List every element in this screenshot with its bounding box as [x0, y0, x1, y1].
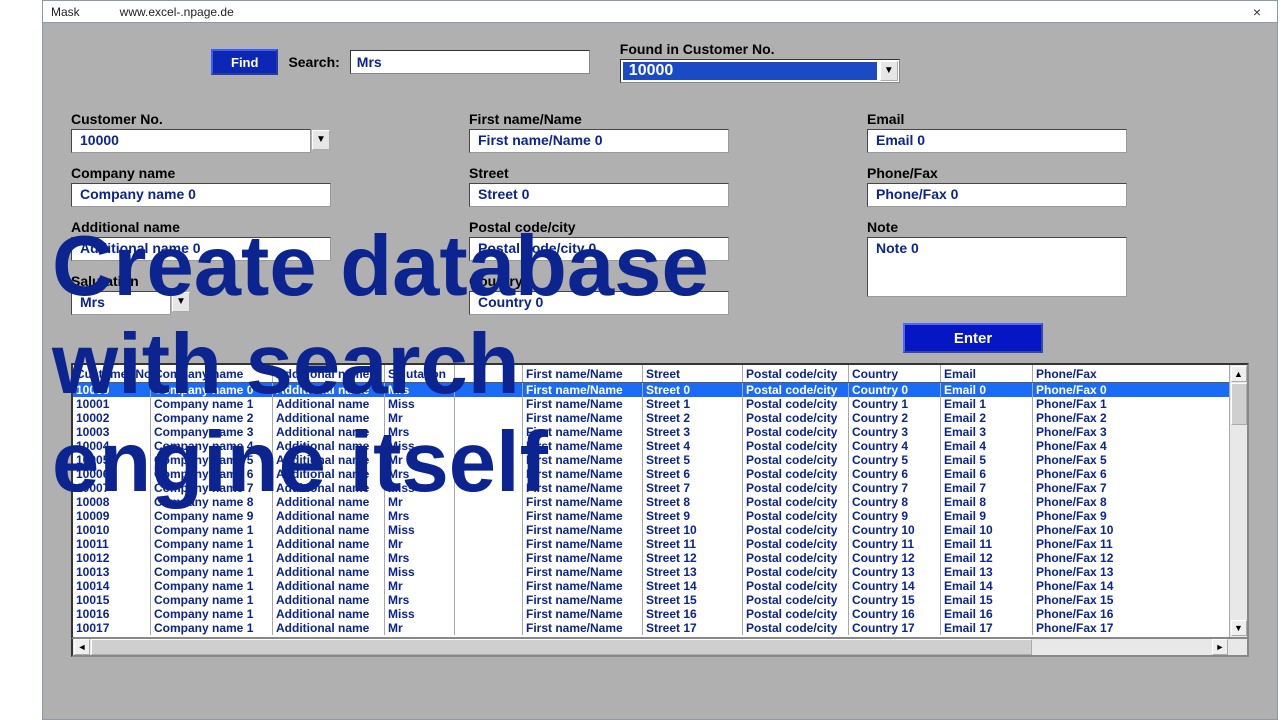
- scroll-thumb[interactable]: [1231, 383, 1247, 425]
- table-row[interactable]: 10014Company name 1Additional nameMrFirs…: [73, 579, 1229, 593]
- table-row[interactable]: 10016Company name 1Additional nameMissFi…: [73, 607, 1229, 621]
- column-header[interactable]: Country: [849, 365, 941, 382]
- scroll-left-icon[interactable]: ◄: [74, 639, 90, 655]
- table-row[interactable]: 10010Company name 1Additional nameMissFi…: [73, 523, 1229, 537]
- find-button[interactable]: Find: [211, 49, 278, 75]
- app-window: Mask www.excel-.npage.de × Find Search: …: [42, 0, 1278, 720]
- table-row[interactable]: 10012Company name 1Additional nameMrsFir…: [73, 551, 1229, 565]
- chevron-down-icon[interactable]: ▼: [172, 292, 190, 312]
- field-input[interactable]: Note 0: [867, 237, 1127, 297]
- column-header[interactable]: Email: [941, 365, 1033, 382]
- field-input[interactable]: Postal code/city 0: [469, 237, 729, 261]
- field-input[interactable]: Company name 0: [71, 183, 331, 207]
- table-row[interactable]: 10009Company name 9Additional nameMrsFir…: [73, 509, 1229, 523]
- table-row[interactable]: 10001Company name 1Additional nameMissFi…: [73, 397, 1229, 411]
- client-area: Find Search: Found in Customer No. 10000…: [43, 23, 1277, 719]
- table-row[interactable]: 10004Company name 4Additional nameMissFi…: [73, 439, 1229, 453]
- close-icon[interactable]: ×: [1237, 4, 1277, 20]
- horizontal-scrollbar[interactable]: ◄ ►: [71, 639, 1249, 657]
- table-row[interactable]: 10011Company name 1Additional nameMrFirs…: [73, 537, 1229, 551]
- field-postal-code-city: Postal code/city Postal code/city 0: [469, 219, 849, 261]
- column-header[interactable]: Customer No.: [73, 365, 151, 382]
- table-row[interactable]: 10015Company name 1Additional nameMrsFir…: [73, 593, 1229, 607]
- column-header[interactable]: First name/Name: [523, 365, 643, 382]
- column-header[interactable]: Phone/Fax: [1033, 365, 1137, 382]
- table-row[interactable]: 10013Company name 1Additional nameMissFi…: [73, 565, 1229, 579]
- table-row[interactable]: 10006Company name 6Additional nameMrsFir…: [73, 467, 1229, 481]
- field-additional-name: Additional name Additional name 0: [71, 219, 451, 261]
- field-label: Postal code/city: [469, 219, 849, 235]
- field-phone-fax: Phone/Fax Phone/Fax 0: [867, 165, 1187, 207]
- list-content: Customer No.Company nameAdditional nameS…: [73, 365, 1229, 637]
- field-email: Email Email 0: [867, 111, 1187, 153]
- search-label: Search:: [288, 54, 339, 70]
- field-input[interactable]: Email 0: [867, 129, 1127, 153]
- field-input[interactable]: Additional name 0: [71, 237, 331, 261]
- table-row[interactable]: 10008Company name 8Additional nameMrFirs…: [73, 495, 1229, 509]
- field-salutation: Salutation Mrs▼: [71, 273, 451, 315]
- field-label: Country: [469, 273, 849, 289]
- column-header[interactable]: [455, 365, 523, 382]
- column-header[interactable]: Salutation: [385, 365, 455, 382]
- found-block: Found in Customer No. 10000 ▼: [620, 41, 900, 83]
- field-company-name: Company name Company name 0: [71, 165, 451, 207]
- column-header[interactable]: Postal code/city: [743, 365, 849, 382]
- list-body[interactable]: 10000Company name 0Additional nameMrsFir…: [73, 383, 1229, 635]
- list-header: Customer No.Company nameAdditional nameS…: [73, 365, 1229, 383]
- column-header[interactable]: Additional name: [273, 365, 385, 382]
- table-row[interactable]: 10007Company name 7Additional nameMissFi…: [73, 481, 1229, 495]
- form-grid: Customer No.10000▼First name/NameFirst n…: [71, 111, 1249, 315]
- enter-button[interactable]: Enter: [903, 323, 1043, 353]
- field-street: Street Street 0: [469, 165, 849, 207]
- found-label: Found in Customer No.: [620, 41, 900, 57]
- found-combo[interactable]: 10000 ▼: [620, 59, 900, 83]
- field-label: Note: [867, 219, 1187, 235]
- field-input[interactable]: Street 0: [469, 183, 729, 207]
- field-input[interactable]: First name/Name 0: [469, 129, 729, 153]
- window-url: www.excel-.npage.de: [80, 5, 234, 19]
- vertical-scrollbar[interactable]: ▲ ▼: [1229, 365, 1247, 637]
- field-input[interactable]: Mrs: [71, 291, 171, 315]
- field-label: Street: [469, 165, 849, 181]
- hscroll-thumb[interactable]: [91, 639, 1032, 655]
- table-row[interactable]: 10002Company name 2Additional nameMrFirs…: [73, 411, 1229, 425]
- field-label: Salutation: [71, 273, 451, 289]
- results-list: Customer No.Company nameAdditional nameS…: [71, 363, 1249, 639]
- field-label: First name/Name: [469, 111, 849, 127]
- field-customer-no-: Customer No. 10000▼: [71, 111, 451, 153]
- column-header[interactable]: Company name: [151, 365, 273, 382]
- column-header[interactable]: Street: [643, 365, 743, 382]
- scroll-up-icon[interactable]: ▲: [1231, 366, 1247, 382]
- field-label: Phone/Fax: [867, 165, 1187, 181]
- chevron-down-icon[interactable]: ▼: [880, 61, 898, 81]
- window-title: Mask: [43, 5, 80, 19]
- table-row[interactable]: 10005Company name 5Additional nameMrFirs…: [73, 453, 1229, 467]
- field-label: Company name: [71, 165, 451, 181]
- field-label: Additional name: [71, 219, 451, 235]
- table-row[interactable]: 10000Company name 0Additional nameMrsFir…: [73, 383, 1229, 397]
- search-row: Find Search: Found in Customer No. 10000…: [211, 41, 1249, 83]
- scroll-down-icon[interactable]: ▼: [1231, 620, 1247, 636]
- field-input[interactable]: Country 0: [469, 291, 729, 315]
- field-label: Customer No.: [71, 111, 451, 127]
- field-label: Email: [867, 111, 1187, 127]
- field-input[interactable]: 10000: [71, 129, 311, 153]
- field-note: Note Note 0: [867, 219, 1187, 315]
- found-value: 10000: [623, 62, 877, 80]
- titlebar: Mask www.excel-.npage.de ×: [43, 1, 1277, 23]
- field-input[interactable]: Phone/Fax 0: [867, 183, 1127, 207]
- field-country: Country Country 0: [469, 273, 849, 315]
- table-row[interactable]: 10017Company name 1Additional nameMrFirs…: [73, 621, 1229, 635]
- field-first-name-name: First name/Name First name/Name 0: [469, 111, 849, 153]
- table-row[interactable]: 10003Company name 3Additional nameMrsFir…: [73, 425, 1229, 439]
- search-input[interactable]: [350, 50, 590, 74]
- chevron-down-icon[interactable]: ▼: [312, 130, 330, 150]
- scroll-right-icon[interactable]: ►: [1212, 639, 1228, 655]
